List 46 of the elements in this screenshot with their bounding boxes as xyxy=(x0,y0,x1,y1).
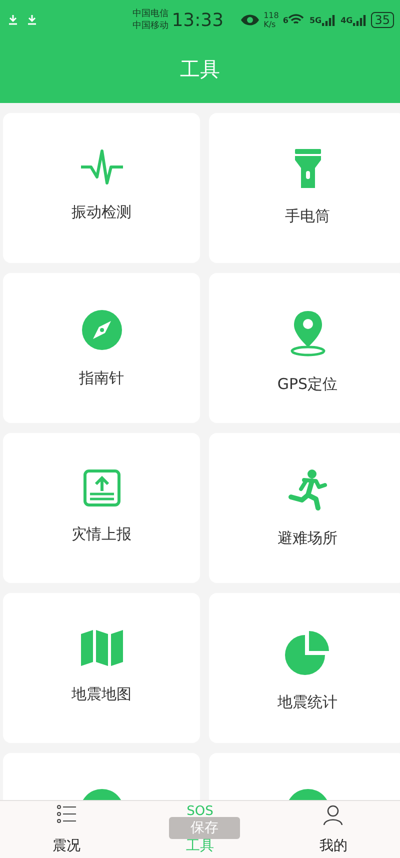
nav-tab[interactable]: 我的 xyxy=(319,837,348,858)
pie-chart-icon xyxy=(284,629,330,675)
download-icon xyxy=(27,15,37,25)
carrier-name: 中国移动 xyxy=(132,20,169,32)
save-toast: 保存 xyxy=(169,817,240,839)
network-speed: 118 xyxy=(264,11,279,20)
signal-icon xyxy=(322,14,336,26)
page-title: 工具 xyxy=(180,56,220,83)
download-icon xyxy=(8,15,18,25)
tool-card[interactable]: 地震统计 xyxy=(209,593,400,743)
flashlight-icon xyxy=(294,149,320,189)
running-person-icon xyxy=(288,469,328,511)
tool-card[interactable]: 指南针 xyxy=(3,273,200,423)
network-type: 5G xyxy=(309,16,322,24)
compass-icon xyxy=(80,309,122,351)
sos-icon: SOS xyxy=(186,805,214,819)
nav-tab[interactable]: 震况 xyxy=(52,837,81,858)
carrier-name: 中国电信 xyxy=(132,8,169,20)
tool-card[interactable]: 手电筒 xyxy=(209,113,400,263)
tool-label: 手电筒 xyxy=(285,207,330,226)
tool-label: 地震地图 xyxy=(72,685,132,704)
user-icon xyxy=(323,805,344,825)
tool-card[interactable]: 振动检测 xyxy=(3,113,200,263)
tool-label: 避难场所 xyxy=(278,529,338,548)
wifi-label: 6 xyxy=(282,16,288,24)
clock-time: 13:33 xyxy=(172,10,224,30)
eye-icon xyxy=(240,14,260,26)
tool-label: 地震统计 xyxy=(278,693,338,712)
tool-label: 灾情上报 xyxy=(72,525,132,544)
list-icon xyxy=(56,805,77,823)
tool-label: 指南针 xyxy=(79,369,124,388)
tool-label: 振动检测 xyxy=(72,203,132,222)
tool-card[interactable]: GPS定位 xyxy=(209,273,400,423)
battery-level: 35 xyxy=(370,12,394,28)
signal-icon xyxy=(352,14,367,26)
tool-label: GPS定位 xyxy=(277,375,338,394)
network-type: 4G xyxy=(340,16,353,24)
tool-card[interactable]: 灾情上报 xyxy=(3,433,200,583)
tool-card[interactable]: 地震地图 xyxy=(3,593,200,743)
map-icon xyxy=(80,629,124,667)
tool-card[interactable]: 避难场所 xyxy=(209,433,400,583)
location-pin-icon xyxy=(290,309,326,357)
network-speed: K/s xyxy=(264,20,277,29)
upload-icon xyxy=(82,469,120,507)
wifi-icon xyxy=(288,14,304,26)
pulse-icon xyxy=(80,149,124,185)
